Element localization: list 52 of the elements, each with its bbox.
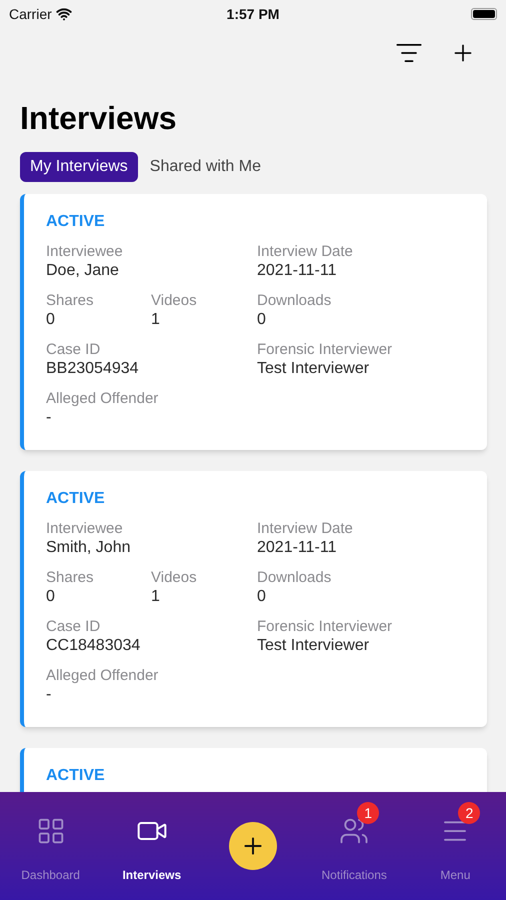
interview-card[interactable]: ACTIVE Interviewee Doe, Jane Interview Date 2021-11-11 Shares 0 Videos 1 Downloads 0 Case ID BB23054934 Forensic Interviewer Test Interviewer Alleged Offender - — [20, 194, 487, 450]
field-label: Interviewee — [46, 519, 124, 538]
field-label: Alleged Offender — [46, 666, 160, 685]
field-value: 1 — [151, 587, 161, 607]
field-value: 0 — [257, 587, 267, 607]
field-value: 2021-11-11 — [257, 538, 338, 558]
field-label: Forensic Interviewer — [257, 617, 394, 636]
nav-tab[interactable]: Dashboard — [0, 800, 102, 884]
field-value: CC18483034 — [46, 636, 142, 656]
count-badge: 1 — [357, 802, 380, 824]
field-value: 1 — [151, 310, 161, 330]
interview-card[interactable]: ACTIVE Interviewee Smith, John Interview Date 2021-11-11 Shares 0 Videos 1 Downloads 0 Case ID CC18483034 Forensic Interviewer Test Interviewer Alleged Offender - — [20, 471, 487, 727]
field-label: Shares — [46, 291, 95, 310]
field-value: 0 — [46, 310, 56, 330]
carrier-label: Carrier — [9, 4, 52, 24]
field-value: 0 — [257, 310, 267, 330]
field-label: Interview Date — [257, 242, 354, 261]
field-value: - — [46, 685, 52, 705]
field-value: Test Interviewer — [257, 359, 370, 379]
nav-tab[interactable]: 2 Menu — [404, 800, 506, 884]
wifi-icon — [56, 6, 72, 22]
clock-time: 1:57 PM — [226, 4, 280, 24]
field-label: Downloads — [257, 291, 332, 310]
field-value: Smith, John — [46, 538, 132, 558]
count-badge: 2 — [458, 802, 480, 824]
field-value: 2021-11-11 — [257, 261, 338, 281]
status-label: ACTIVE — [46, 212, 106, 232]
status-label: ACTIVE — [46, 766, 106, 786]
field-value: - — [46, 408, 52, 428]
nav-tab[interactable]: 1 Notifications — [304, 800, 405, 884]
field-value: Test Interviewer — [257, 636, 370, 656]
page-title: Interviews — [19, 99, 178, 138]
field-label: Forensic Interviewer — [257, 340, 394, 359]
filter-tab[interactable]: Shared with Me — [148, 152, 263, 182]
nav-tab[interactable]: Interviews — [101, 800, 202, 884]
field-label: Interview Date — [257, 519, 354, 538]
field-value: BB23054934 — [46, 359, 140, 379]
field-label: Videos — [151, 291, 198, 310]
add-fab-button[interactable] — [229, 822, 277, 870]
field-label: Alleged Offender — [46, 389, 160, 408]
field-label: Shares — [46, 568, 95, 587]
status-label: ACTIVE — [46, 489, 106, 509]
field-label: Downloads — [257, 568, 332, 587]
field-label: Case ID — [46, 617, 102, 636]
filter-tab[interactable]: My Interviews — [20, 152, 138, 182]
battery-icon — [470, 8, 497, 20]
people-icon — [339, 816, 370, 846]
field-label: Videos — [151, 568, 198, 587]
field-value: Doe, Jane — [46, 261, 120, 281]
field-label: Case ID — [46, 340, 102, 359]
field-label: Interviewee — [46, 242, 124, 261]
field-value: 0 — [46, 587, 56, 607]
